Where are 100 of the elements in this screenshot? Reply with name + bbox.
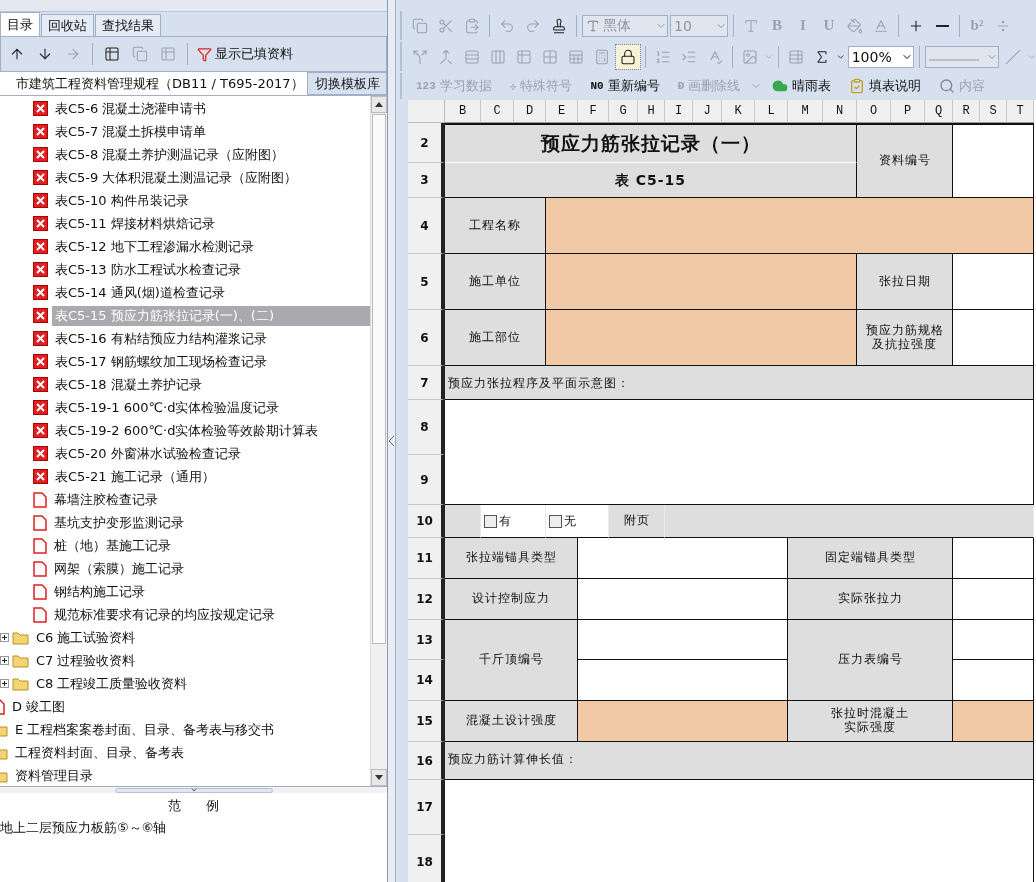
tree-item[interactable]: 表C5-13 防水工程试水检查记录 [52, 259, 370, 280]
tab[interactable]: 查找结果 [95, 14, 161, 36]
template-library-field[interactable]: 市建筑工程资料管理规程（DB11 / T695-2017） [0, 72, 307, 95]
input-field[interactable] [953, 254, 1034, 310]
row-header[interactable]: 18 [408, 835, 445, 882]
row-header[interactable]: 5 [408, 254, 445, 310]
input-field[interactable] [578, 660, 788, 701]
splitter-handle[interactable] [388, 0, 396, 882]
input-field[interactable] [953, 579, 1034, 620]
tree-item[interactable]: 表C5-20 外窗淋水试验检查记录 [52, 443, 370, 464]
row-header[interactable]: 6 [408, 310, 445, 366]
tab[interactable]: 回收站 [41, 14, 94, 36]
tree-item[interactable]: 表C5-19-1 600℃·d实体检验温度记录 [52, 397, 370, 418]
column-header[interactable]: T [1007, 100, 1034, 123]
input-field[interactable] [578, 538, 788, 579]
column-header[interactable]: J [693, 100, 722, 123]
switch-library-button[interactable]: 切换模板库 [307, 72, 387, 95]
column-header[interactable]: C [481, 100, 514, 123]
tree-item[interactable]: 表C5-19-2 600℃·d实体检验等效龄期计算表 [52, 420, 370, 441]
toolbar-button[interactable]: N0 重新编号 [582, 74, 668, 98]
zoom-dropdown[interactable]: 100% [847, 45, 914, 68]
tree-item[interactable]: D 竣工图 [9, 696, 370, 717]
column-header[interactable]: K [722, 100, 755, 123]
scroll-down-icon[interactable] [375, 775, 383, 780]
column-header[interactable]: D [514, 100, 546, 123]
splitter-handle[interactable] [114, 787, 273, 793]
column-header[interactable]: P [891, 100, 925, 123]
column-header[interactable]: G [609, 100, 638, 123]
expand-toggle[interactable] [0, 656, 9, 665]
column-header[interactable]: M [788, 100, 823, 123]
row-header[interactable]: 7 [408, 366, 445, 400]
input-field[interactable] [953, 620, 1034, 660]
row-header[interactable]: 9 [408, 455, 445, 505]
tree-item[interactable]: 规范标准要求有记录的均应按规定记录 [51, 604, 370, 625]
tree-item[interactable]: 表C5-6 混凝土浇灌申请书 [52, 98, 370, 119]
column-header[interactable]: H [638, 100, 665, 123]
tree-item[interactable]: C7 过程验收资料 [33, 650, 370, 671]
tree-item[interactable]: 基坑支护变形监测记录 [51, 512, 370, 533]
tree-item[interactable]: 表C5-7 混凝土拆模申请单 [52, 121, 370, 142]
column-header[interactable]: O [857, 100, 891, 123]
row-header[interactable]: 10 [408, 505, 445, 538]
input-field[interactable] [578, 579, 788, 620]
tree-item[interactable]: 表C5-16 有粘结预应力结构灌浆记录 [52, 328, 370, 349]
input-field[interactable] [578, 701, 788, 742]
tree-item[interactable]: 表C5-8 混凝土养护测温记录（应附图） [52, 144, 370, 165]
column-header[interactable]: F [578, 100, 609, 123]
input-field[interactable] [578, 620, 788, 660]
scrollbar[interactable] [370, 96, 387, 786]
tree-item[interactable]: 桩（地）基施工记录 [51, 535, 370, 556]
tree-item[interactable]: 钢结构施工记录 [51, 581, 370, 602]
input-field[interactable] [953, 538, 1034, 579]
tree-item[interactable]: 表C5-10 构件吊装记录 [52, 190, 370, 211]
row-header[interactable]: 14 [408, 660, 445, 701]
tree-item[interactable]: 幕墙注胶检查记录 [51, 489, 370, 510]
row-header[interactable]: 15 [408, 701, 445, 742]
tree-item[interactable]: 表C5-11 焊接材料烘焙记录 [52, 213, 370, 234]
toolbar-button[interactable]: 填表说明 [841, 74, 930, 98]
lock-button[interactable] [616, 44, 640, 69]
column-header[interactable]: N [823, 100, 857, 123]
column-header[interactable]: I [665, 100, 693, 123]
tree-item[interactable]: 表C5-18 混凝土养护记录 [52, 374, 370, 395]
tree-item[interactable]: E 工程档案案卷封面、目录、备考表与移交书 [12, 719, 370, 740]
expand-toggle[interactable] [0, 679, 9, 688]
checkbox[interactable] [484, 514, 497, 528]
select-all-corner[interactable] [408, 100, 445, 123]
input-field[interactable] [546, 310, 857, 366]
input-field[interactable] [953, 310, 1034, 366]
row-header[interactable]: 11 [408, 538, 445, 579]
column-header[interactable]: S [980, 100, 1007, 123]
input-field[interactable] [546, 254, 857, 310]
scroll-up-icon[interactable] [375, 102, 383, 107]
row-header[interactable]: 4 [408, 198, 445, 254]
tree-item[interactable]: C6 施工试验资料 [33, 627, 370, 648]
tree-item[interactable]: 表C5-14 通风(烟)道检查记录 [52, 282, 370, 303]
show-filled-button[interactable]: 显示已填资料 [195, 42, 295, 66]
column-header[interactable]: B [445, 100, 481, 123]
input-field[interactable] [546, 198, 1034, 254]
tree-item[interactable]: C8 工程竣工质量验收资料 [33, 673, 370, 694]
tab[interactable]: 目录 [0, 12, 40, 36]
tree-item[interactable]: 工程资料封面、目录、备考表 [12, 742, 370, 763]
column-header[interactable]: Q [925, 100, 953, 123]
tree-item[interactable]: 表C5-9 大体积混凝土测温记录（应附图） [52, 167, 370, 188]
tree-item[interactable]: 表C5-21 施工记录（通用） [52, 466, 370, 487]
input-field[interactable] [953, 123, 1034, 198]
input-field[interactable] [953, 701, 1034, 742]
column-header[interactable]: E [546, 100, 578, 123]
input-field[interactable] [445, 400, 1034, 505]
row-header[interactable]: 8 [408, 400, 445, 455]
row-header[interactable]: 13 [408, 620, 445, 660]
expand-toggle[interactable] [0, 633, 9, 642]
column-header[interactable]: R [953, 100, 980, 123]
row-header[interactable]: 17 [408, 780, 445, 835]
column-header[interactable]: L [755, 100, 788, 123]
row-header[interactable]: 12 [408, 579, 445, 620]
row-header[interactable]: 16 [408, 742, 445, 780]
tree-item[interactable]: 表C5-17 钢筋螺纹加工现场检查记录 [52, 351, 370, 372]
row-header[interactable]: 2 [408, 123, 445, 163]
checkbox[interactable] [549, 514, 562, 528]
tree-item[interactable]: 网架（索膜）施工记录 [51, 558, 370, 579]
row-header[interactable]: 3 [408, 163, 445, 198]
